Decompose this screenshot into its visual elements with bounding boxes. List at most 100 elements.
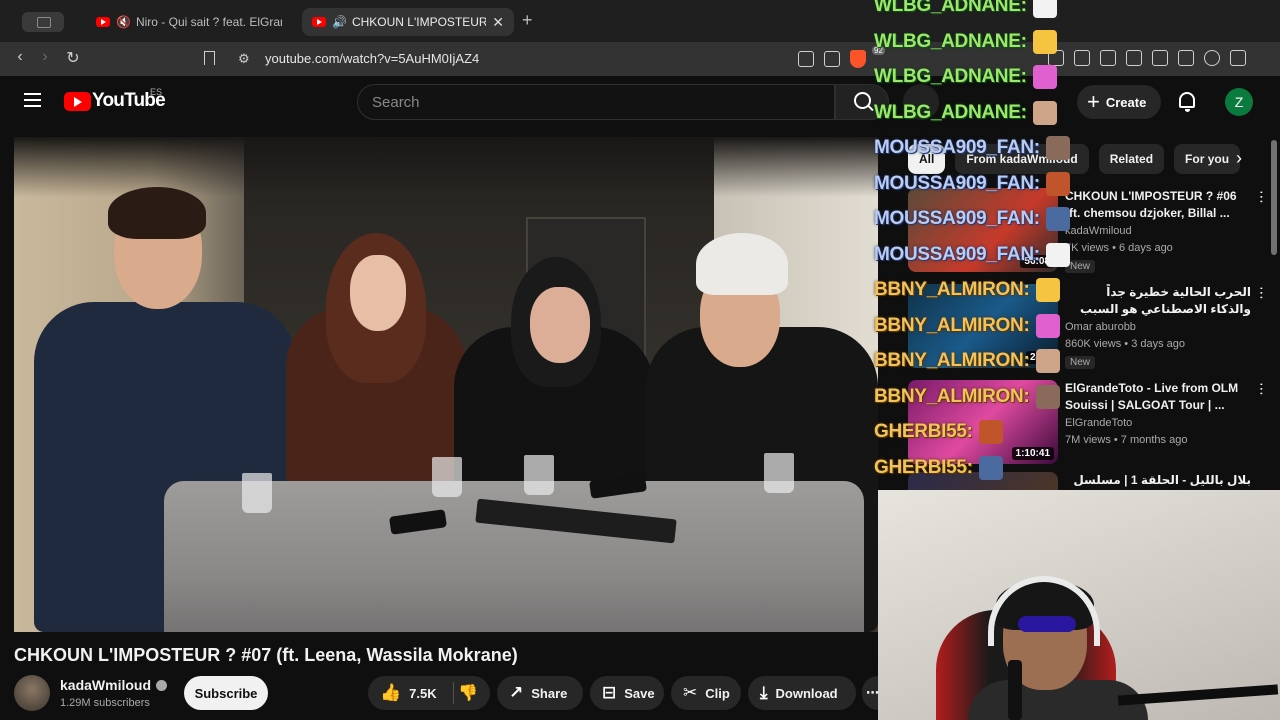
browser-tab-active[interactable]: 🔊 CHKOUN L'IMPOSTEUR ? # ✕	[302, 8, 514, 36]
chat-separator: :	[1033, 137, 1040, 158]
chat-username: BBNY_ALMIRON	[874, 279, 1024, 300]
microphone	[1008, 660, 1022, 720]
chat-username: GHERBI55	[874, 421, 967, 442]
menu-icon[interactable]	[1230, 50, 1246, 66]
bookmark-icon[interactable]	[204, 51, 215, 65]
cast-icon[interactable]	[798, 51, 814, 67]
clip-button[interactable]: ✂ Clip	[671, 676, 741, 710]
like-count[interactable]: 7.5K	[409, 686, 436, 701]
chat-separator: :	[1020, 101, 1027, 123]
chat-username: WLBG_ADNANE	[874, 0, 1021, 16]
more-vertical-icon[interactable]: ⋯	[1254, 190, 1270, 204]
chat-emote-icon	[1035, 384, 1060, 409]
leo-ai-icon[interactable]	[1178, 50, 1194, 66]
chat-separator: :	[1023, 314, 1030, 336]
browser-tab-niro[interactable]: 🔇 Niro - Qui sait ? feat. ElGrandeT	[86, 8, 292, 36]
search-input[interactable]	[372, 92, 812, 112]
subscribe-button[interactable]: Subscribe	[184, 676, 268, 710]
new-tab-plus-icon[interactable]: +	[522, 10, 533, 31]
chevron-right-icon[interactable]: ›	[1236, 148, 1242, 169]
thumbs-down-icon[interactable]: 👎	[458, 683, 478, 703]
youtube-favicon-icon	[96, 17, 110, 27]
youtube-logo-icon[interactable]	[64, 92, 91, 111]
speaker-icon[interactable]: 🔊	[332, 15, 347, 29]
chat-separator: :	[1020, 30, 1027, 52]
hamburger-menu-icon[interactable]	[24, 93, 41, 107]
recommendation-meta: 7K views • 6 days ago	[1065, 242, 1173, 254]
address-bar-url[interactable]: youtube.com/watch?v=5AuHM0IjAZ4	[265, 51, 479, 66]
more-vertical-icon[interactable]: ⋯	[1254, 382, 1270, 396]
more-vertical-icon[interactable]: ⋯	[1254, 286, 1270, 300]
chip-for-you[interactable]: For you	[1174, 144, 1241, 174]
toolbar-icons	[798, 50, 866, 68]
chat-message: WLBG_ADNANE :	[874, 0, 1057, 21]
more-actions-button[interactable]: ⋯	[862, 676, 879, 710]
like-divider	[453, 682, 454, 704]
chat-emote-icon	[1045, 242, 1070, 267]
channel-name-link[interactable]: kadaWmiloud	[60, 677, 168, 693]
reader-mode-icon[interactable]	[1074, 50, 1090, 66]
youtube-header: YouTube ES + Create Z	[0, 76, 1280, 128]
download-button[interactable]: ⤓ Download	[748, 676, 856, 710]
chat-message: GHERBI55 :	[874, 417, 1003, 447]
close-tab-icon[interactable]: ✕	[492, 14, 504, 31]
recommendation-title[interactable]: ElGrandeToto - Live from OLM Souissi | S…	[1065, 380, 1251, 414]
sidebar-icon[interactable]	[1126, 50, 1142, 66]
reload-icon[interactable]: ↻	[63, 48, 83, 68]
channel-avatar[interactable]	[14, 675, 50, 711]
youtube-favicon-icon	[312, 17, 326, 27]
recommendation-channel[interactable]: ElGrandeToto	[1065, 417, 1132, 429]
back-arrow-icon[interactable]: ‹	[10, 48, 30, 66]
chat-emote-icon	[978, 455, 1003, 480]
recommendation-title[interactable]: الحرب الحالية خطيرة جداً والذكاء الاصطنا…	[1065, 284, 1251, 318]
forward-arrow-icon[interactable]: ›	[35, 48, 55, 66]
chip-related[interactable]: Related	[1098, 144, 1165, 174]
muted-speaker-icon[interactable]: 🔇	[116, 15, 131, 29]
chat-emote-icon	[1035, 278, 1060, 302]
video-frame-table	[14, 477, 878, 632]
chat-username: WLBG_ADNANE	[874, 30, 1021, 52]
recommendation-title[interactable]: بلال بالليل - الحلقة 1 | مسلسل عربي	[1065, 472, 1251, 490]
chat-message: WLBG_ADNANE :	[874, 27, 1057, 57]
vpn-icon[interactable]	[1204, 50, 1220, 66]
mic-arm	[1117, 684, 1279, 706]
like-dislike-group: 👍 7.5K 👎	[368, 676, 490, 710]
video-title: CHKOUN L'IMPOSTEUR ? #07 (ft. Leena, Was…	[14, 645, 518, 665]
create-button[interactable]: + Create	[1077, 85, 1161, 119]
recommendation-title[interactable]: CHKOUN L'IMPOSTEUR ? #06 (ft. chemsou dz…	[1065, 188, 1251, 222]
save-bookmark-icon: ⊟	[602, 683, 617, 702]
site-settings-icon[interactable]: ⚙	[238, 51, 250, 67]
media-icon[interactable]	[1100, 50, 1116, 66]
chat-separator: :	[1023, 385, 1030, 407]
save-button[interactable]: ⊟ Save	[590, 676, 664, 710]
account-avatar[interactable]: Z	[1225, 88, 1253, 116]
share-label: Share	[531, 685, 568, 701]
wallet-icon[interactable]	[1152, 50, 1168, 66]
recommendation-channel[interactable]: Omar aburobb	[1065, 321, 1136, 333]
sidebar-scrollbar[interactable]	[1271, 140, 1277, 255]
create-label: Create	[1105, 94, 1147, 110]
chat-username: MOUSSA909_FAN	[874, 208, 1034, 229]
chat-emote-icon	[1035, 313, 1060, 338]
notifications-bell-icon[interactable]	[1179, 92, 1195, 112]
recommendation-meta: 7M views • 7 months ago	[1065, 434, 1188, 446]
sidebar-toggle-icon[interactable]	[22, 12, 64, 32]
thumbs-up-icon[interactable]: 👍	[380, 683, 401, 703]
share-icon[interactable]	[824, 51, 840, 67]
search-box	[357, 84, 835, 120]
video-frame-glass	[764, 453, 794, 493]
chat-emote-icon	[1032, 29, 1057, 54]
chat-emote-icon	[1045, 171, 1070, 196]
channel-name: kadaWmiloud	[60, 677, 152, 693]
recommendation-channel[interactable]: kadaWmiloud	[1065, 225, 1132, 237]
chat-separator: :	[1023, 279, 1030, 300]
share-button[interactable]: ↗ Share	[497, 676, 583, 710]
chat-separator: :	[966, 456, 973, 478]
video-player[interactable]	[14, 137, 878, 632]
save-label: Save	[624, 685, 655, 701]
browser-tab-bar: 🔇 Niro - Qui sait ? feat. ElGrandeT 🔊 CH…	[0, 0, 1280, 42]
brave-shield-icon[interactable]	[850, 50, 866, 68]
chat-emote-icon	[1035, 349, 1060, 373]
chat-emote-icon	[1045, 207, 1070, 231]
subscriber-count: 1.29M subscribers	[60, 697, 150, 709]
